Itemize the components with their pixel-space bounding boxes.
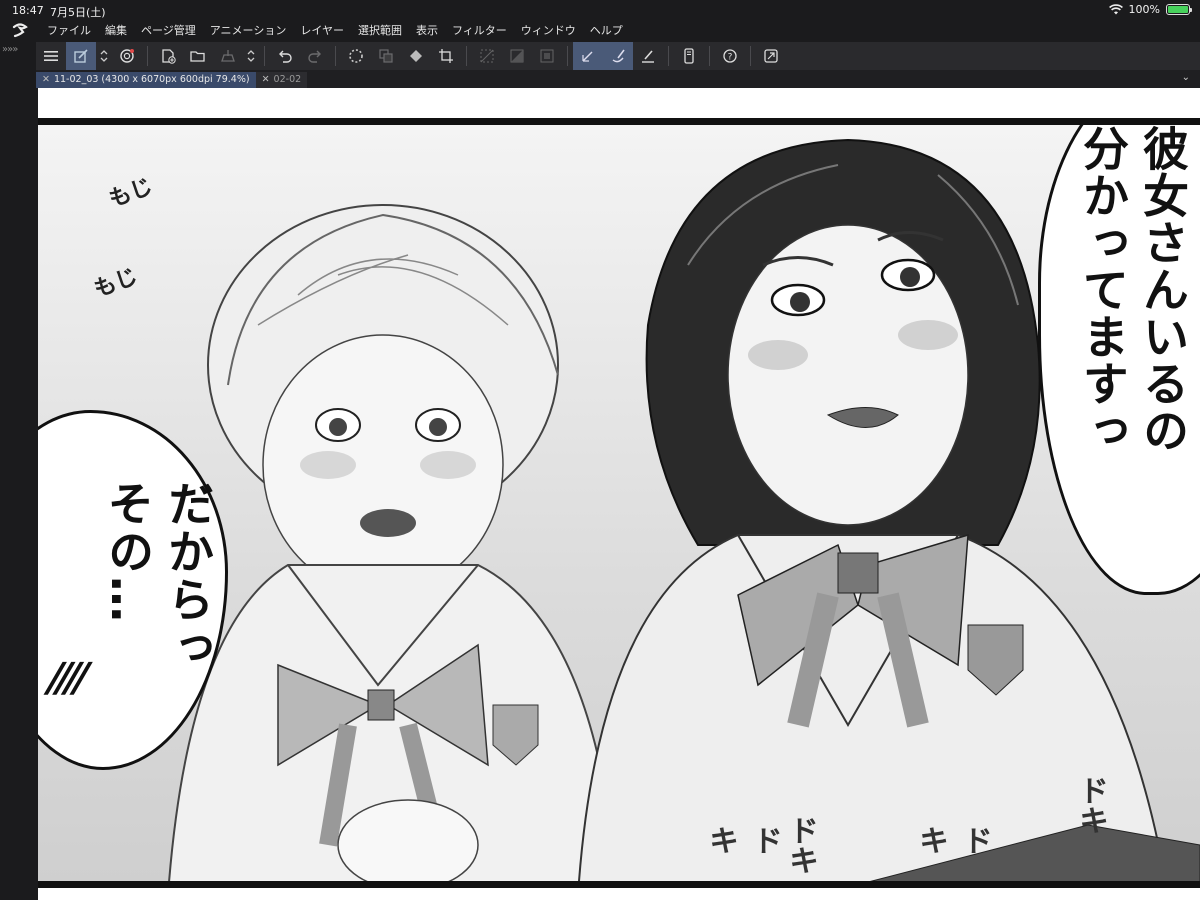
menu-item[interactable]: レイヤー bbox=[293, 20, 351, 42]
menu-item[interactable]: ファイル bbox=[40, 20, 98, 42]
speech-text-left: だからっ その… bbox=[101, 480, 215, 672]
frame-icon[interactable] bbox=[532, 42, 562, 70]
redo-icon[interactable] bbox=[300, 42, 330, 70]
chevron-down-icon[interactable]: ⌄ bbox=[1182, 72, 1190, 83]
clip-icon[interactable] bbox=[112, 42, 142, 70]
tab-label: 02-02 bbox=[273, 74, 302, 85]
tab-label: 11-02_03 (4300 x 6070px 600dpi 79.4%) bbox=[53, 74, 250, 85]
speech-text-right: 彼女さんいるの 分かってますっ bbox=[1076, 125, 1190, 454]
menu-item[interactable]: 編集 bbox=[98, 20, 134, 42]
loading-icon[interactable] bbox=[341, 42, 371, 70]
sfx-vibrate-3: ドキ bbox=[913, 825, 992, 855]
fill-icon[interactable] bbox=[401, 42, 431, 70]
stepper-icon[interactable] bbox=[96, 42, 112, 70]
copy-icon[interactable] bbox=[371, 42, 401, 70]
menu-item[interactable]: 表示 bbox=[409, 20, 445, 42]
new-page-icon[interactable] bbox=[153, 42, 183, 70]
gradient-icon[interactable] bbox=[502, 42, 532, 70]
menu-item[interactable]: フィルター bbox=[445, 20, 514, 42]
status-date: 7月5日(土) bbox=[50, 6, 106, 19]
toolbar-divider bbox=[709, 46, 710, 66]
toolbar-divider bbox=[466, 46, 467, 66]
toolbar-divider bbox=[147, 46, 148, 66]
menu-icon[interactable] bbox=[36, 42, 66, 70]
tab-document-active[interactable]: ✕ 11-02_03 (4300 x 6070px 600dpi 79.4%) bbox=[36, 72, 256, 88]
device-icon[interactable] bbox=[674, 42, 704, 70]
menu-item[interactable]: 選択範囲 bbox=[351, 20, 409, 42]
undo-icon[interactable] bbox=[270, 42, 300, 70]
menu-item[interactable]: アニメーション bbox=[203, 20, 294, 42]
svg-text:?: ? bbox=[728, 53, 733, 63]
battery-icon bbox=[1166, 4, 1192, 15]
brush-icon[interactable] bbox=[603, 42, 633, 70]
menu-bar: ファイル 編集 ページ管理 アニメーション レイヤー 選択範囲 表示 フィルター ウィンドウ ヘル… bbox=[0, 20, 1200, 42]
open-icon[interactable] bbox=[183, 42, 213, 70]
crop-icon[interactable] bbox=[431, 42, 461, 70]
menu-item[interactable]: ヘルプ bbox=[583, 20, 630, 42]
stepper-icon[interactable] bbox=[243, 42, 259, 70]
ruler-pen-icon[interactable] bbox=[573, 42, 603, 70]
status-time: 18:47 bbox=[12, 4, 44, 17]
clip-studio-logo-icon[interactable] bbox=[0, 20, 40, 42]
sfx-vibrate-4: ドキ bbox=[1073, 775, 1108, 835]
wifi-icon bbox=[1108, 4, 1123, 15]
status-bar: 18:47 7月5日(土) 100% bbox=[0, 0, 1200, 20]
toolbar-divider bbox=[668, 46, 669, 66]
sfx-vibrate-2: ドキ bbox=[783, 815, 818, 875]
close-icon[interactable]: ✕ bbox=[42, 72, 50, 88]
help-icon[interactable]: ? bbox=[715, 42, 745, 70]
toolbar-divider bbox=[335, 46, 336, 66]
command-bar: ? bbox=[36, 42, 1200, 70]
menu-item[interactable]: ページ管理 bbox=[134, 20, 203, 42]
status-right: 100% bbox=[1108, 3, 1192, 16]
manga-panel: だからっ その… //// 彼女さんいるの 分かってますっ もじ もじ ドキ ド… bbox=[38, 118, 1200, 888]
toolbar-divider bbox=[264, 46, 265, 66]
battery-percent: 100% bbox=[1128, 3, 1160, 16]
deselect-icon[interactable] bbox=[472, 42, 502, 70]
drawing-canvas[interactable]: だからっ その… //// 彼女さんいるの 分かってますっ もじ もじ ドキ ド… bbox=[38, 88, 1200, 900]
save-icon[interactable] bbox=[213, 42, 243, 70]
expand-icon[interactable] bbox=[756, 42, 786, 70]
left-dock-strip bbox=[0, 42, 36, 900]
tab-document-inactive[interactable]: ✕ 02-02 bbox=[255, 72, 308, 88]
toolbar-divider bbox=[567, 46, 568, 66]
ink-icon[interactable] bbox=[633, 42, 663, 70]
menu-item[interactable]: ウィンドウ bbox=[514, 20, 583, 42]
close-icon[interactable]: ✕ bbox=[262, 72, 270, 88]
sfx-vibrate-1: ドキ bbox=[703, 825, 782, 855]
expand-dock-icon[interactable]: »»» bbox=[2, 44, 18, 55]
canvas-icon[interactable] bbox=[66, 42, 96, 70]
document-tabs: ✕ 11-02_03 (4300 x 6070px 600dpi 79.4%) … bbox=[36, 70, 1200, 88]
toolbar-divider bbox=[750, 46, 751, 66]
